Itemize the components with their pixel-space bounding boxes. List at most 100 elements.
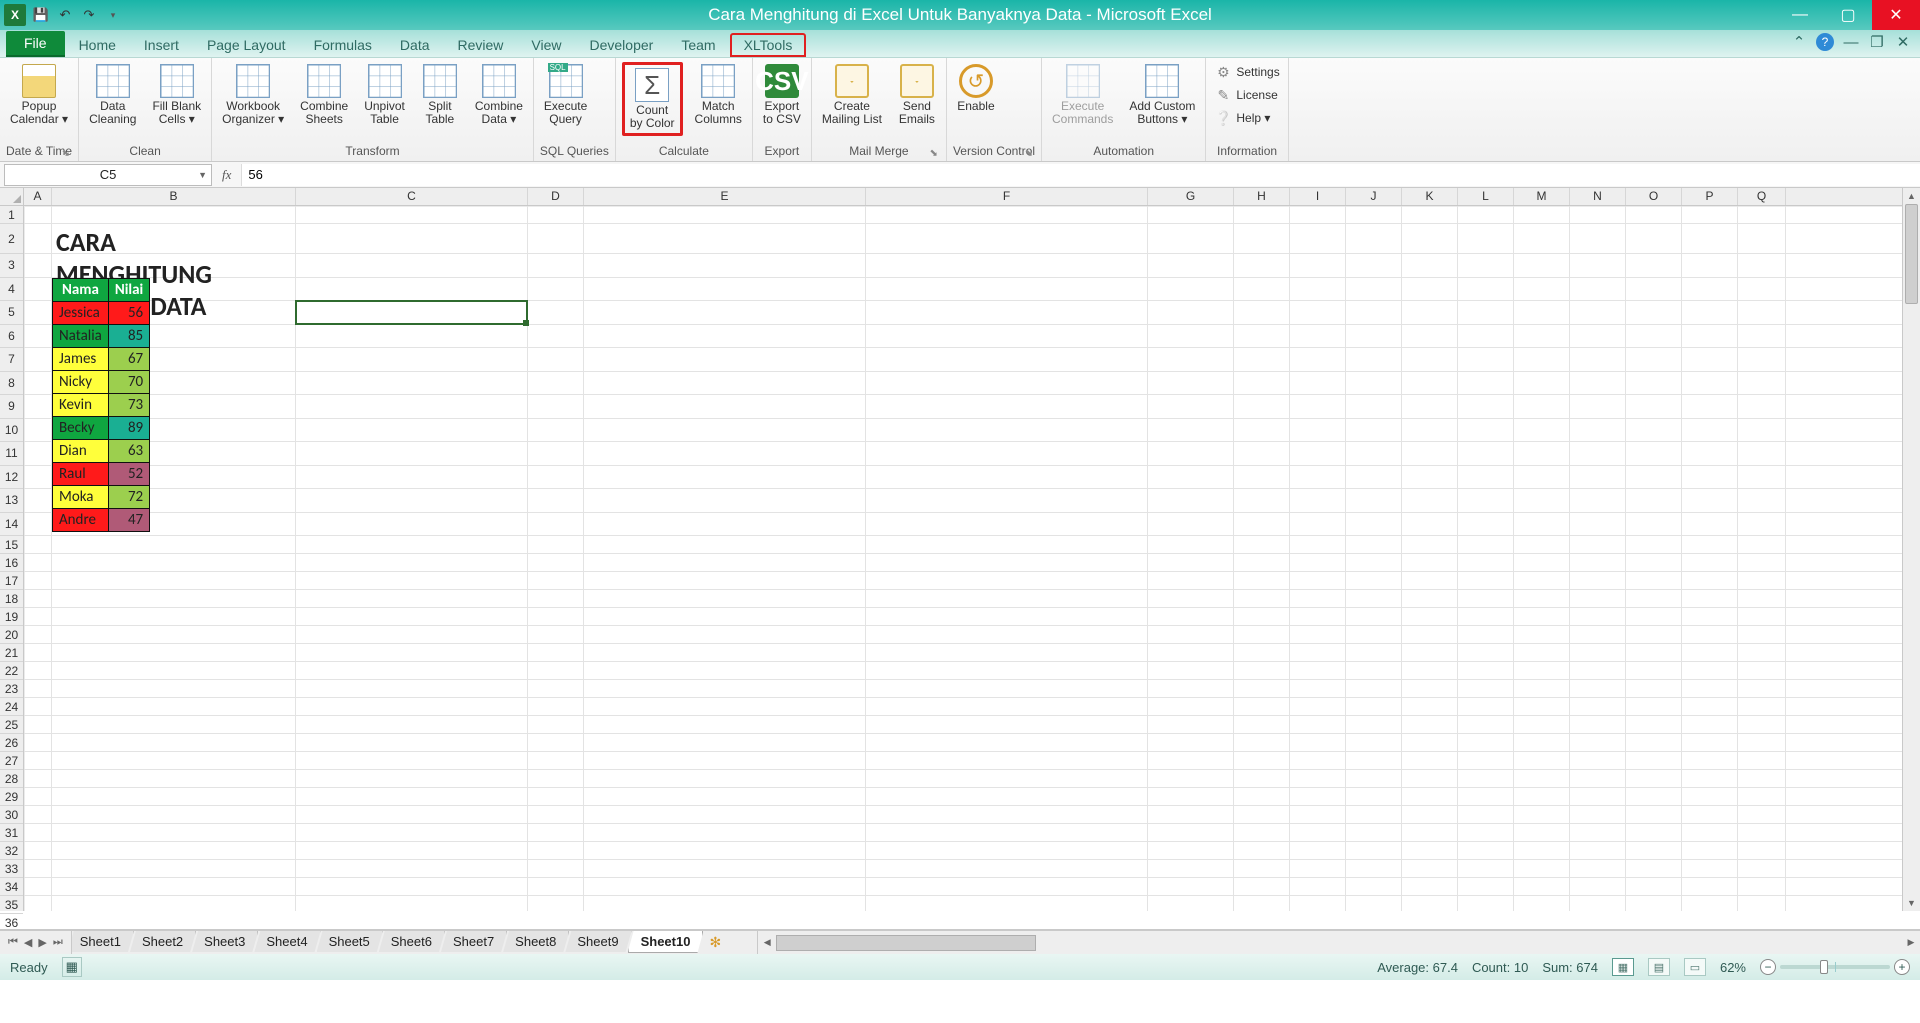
sheet-nav-next-icon[interactable]: ▶ (36, 936, 48, 949)
column-header-G[interactable]: G (1148, 188, 1234, 205)
row-header-21[interactable]: 21 (0, 644, 23, 662)
row-header-12[interactable]: 12 (0, 466, 23, 490)
row-header-9[interactable]: 9 (0, 395, 23, 419)
license-button[interactable]: ✎License (1212, 85, 1281, 105)
zoom-slider[interactable]: − + (1760, 959, 1910, 975)
cell-value[interactable]: 72 (108, 485, 149, 508)
settings-button[interactable]: ⚙Settings (1212, 62, 1281, 82)
dialog-launcher-icon[interactable]: ⬊ (930, 148, 938, 159)
row-header-15[interactable]: 15 (0, 536, 23, 554)
qat-custom-icon[interactable]: ▾ (104, 6, 122, 24)
cells-area[interactable]: CARA MENGHITUNG BANYAK DATA DI EXCEL Nam… (24, 206, 1902, 911)
column-header-A[interactable]: A (24, 188, 52, 205)
row-header-3[interactable]: 3 (0, 254, 23, 278)
cell-name[interactable]: Kevin (53, 393, 109, 416)
cell-value[interactable]: 70 (108, 370, 149, 393)
tab-split-handle[interactable] (727, 931, 747, 954)
column-header-I[interactable]: I (1290, 188, 1346, 205)
cell-name[interactable]: Raul (53, 462, 109, 485)
match-columns-button[interactable]: Match Columns (691, 62, 746, 128)
execute-query-button[interactable]: SQLExecute Query (540, 62, 591, 128)
row-header-26[interactable]: 26 (0, 734, 23, 752)
help-icon[interactable]: ? (1816, 33, 1834, 51)
row-header-32[interactable]: 32 (0, 842, 23, 860)
name-box-dropdown-icon[interactable]: ▼ (198, 170, 207, 180)
tab-file[interactable]: File (6, 31, 65, 57)
row-header-4[interactable]: 4 (0, 278, 23, 302)
horizontal-scrollbar[interactable]: ◀ ▶ (757, 931, 1920, 954)
row-header-31[interactable]: 31 (0, 824, 23, 842)
sheet-nav-first-icon[interactable]: ⏮ (6, 936, 20, 949)
window-restore-icon[interactable]: ❐ (1868, 33, 1886, 51)
help-button[interactable]: ❔Help ▾ (1212, 108, 1281, 128)
column-header-L[interactable]: L (1458, 188, 1514, 205)
save-icon[interactable]: 💾 (32, 6, 50, 24)
redo-icon[interactable]: ↷ (80, 6, 98, 24)
sheet-tab-sheet4[interactable]: Sheet4 (254, 931, 320, 952)
column-header-Q[interactable]: Q (1738, 188, 1786, 205)
tab-review[interactable]: Review (444, 33, 518, 57)
popup-calendar-button[interactable]: Popup Calendar ▾ (6, 62, 72, 128)
dialog-launcher-icon[interactable]: ⬊ (1025, 148, 1033, 159)
maximize-button[interactable]: ▢ (1824, 0, 1872, 30)
sheet-nav-last-icon[interactable]: ⏭ (51, 936, 65, 949)
formula-input[interactable] (241, 164, 1920, 186)
column-header-P[interactable]: P (1682, 188, 1738, 205)
window-close-icon[interactable]: ✕ (1894, 33, 1912, 51)
create-mailing-list-button[interactable]: Create Mailing List (818, 62, 886, 128)
column-header-J[interactable]: J (1346, 188, 1402, 205)
row-header-36[interactable]: 36 (0, 914, 23, 930)
sheet-tab-sheet10[interactable]: Sheet10 (628, 931, 704, 953)
scroll-down-icon[interactable]: ▼ (1903, 895, 1920, 911)
row-header-11[interactable]: 11 (0, 442, 23, 466)
window-min-icon[interactable]: — (1842, 33, 1860, 51)
fill-blank-cells-button[interactable]: Fill Blank Cells ▾ (148, 62, 205, 128)
tab-page-layout[interactable]: Page Layout (193, 33, 300, 57)
cell-value[interactable]: 63 (108, 439, 149, 462)
select-all-button[interactable] (0, 188, 24, 206)
row-header-14[interactable]: 14 (0, 513, 23, 537)
unpivot-table-button[interactable]: Unpivot Table (360, 62, 409, 128)
cell-value[interactable]: 67 (108, 347, 149, 370)
row-header-29[interactable]: 29 (0, 788, 23, 806)
scroll-up-icon[interactable]: ▲ (1903, 188, 1920, 204)
tab-xltools[interactable]: XLTools (730, 33, 807, 57)
tab-formulas[interactable]: Formulas (300, 33, 386, 57)
workbook-organizer-button[interactable]: Workbook Organizer ▾ (218, 62, 288, 128)
split-table-button[interactable]: Split Table (417, 62, 463, 128)
fx-icon[interactable]: fx (222, 167, 231, 183)
scroll-right-icon[interactable]: ▶ (1902, 934, 1920, 952)
column-header-K[interactable]: K (1402, 188, 1458, 205)
ribbon-minimize-icon[interactable]: ⌃ (1790, 33, 1808, 51)
sheet-tab-sheet8[interactable]: Sheet8 (503, 931, 569, 952)
row-header-25[interactable]: 25 (0, 716, 23, 734)
cell-value[interactable]: 47 (108, 508, 149, 531)
cell-name[interactable]: Natalia (53, 324, 109, 347)
cell-value[interactable]: 85 (108, 324, 149, 347)
cell-value[interactable]: 52 (108, 462, 149, 485)
insert-sheet-button[interactable]: ✻ (703, 931, 727, 954)
add-custom-buttons-button[interactable]: Add Custom Buttons ▾ (1125, 62, 1199, 128)
row-header-13[interactable]: 13 (0, 489, 23, 513)
view-page-break-button[interactable]: ▭ (1684, 958, 1706, 976)
minimize-button[interactable]: — (1776, 0, 1824, 30)
combine-data-button[interactable]: Combine Data ▾ (471, 62, 527, 128)
cell-value[interactable]: 73 (108, 393, 149, 416)
data-cleaning-button[interactable]: Data Cleaning (85, 62, 140, 128)
vertical-scroll-thumb[interactable] (1905, 204, 1918, 304)
row-header-34[interactable]: 34 (0, 878, 23, 896)
horizontal-scroll-thumb[interactable] (776, 935, 1036, 951)
column-header-C[interactable]: C (296, 188, 528, 205)
row-header-27[interactable]: 27 (0, 752, 23, 770)
row-header-2[interactable]: 2 (0, 224, 23, 254)
name-box[interactable]: C5 ▼ (4, 164, 212, 186)
row-header-33[interactable]: 33 (0, 860, 23, 878)
sheet-tab-sheet6[interactable]: Sheet6 (379, 931, 445, 952)
row-header-30[interactable]: 30 (0, 806, 23, 824)
send-emails-button[interactable]: Send Emails (894, 62, 940, 128)
zoom-in-button[interactable]: + (1894, 959, 1910, 975)
tab-home[interactable]: Home (65, 33, 130, 57)
row-header-22[interactable]: 22 (0, 662, 23, 680)
column-header-N[interactable]: N (1570, 188, 1626, 205)
row-header-23[interactable]: 23 (0, 680, 23, 698)
